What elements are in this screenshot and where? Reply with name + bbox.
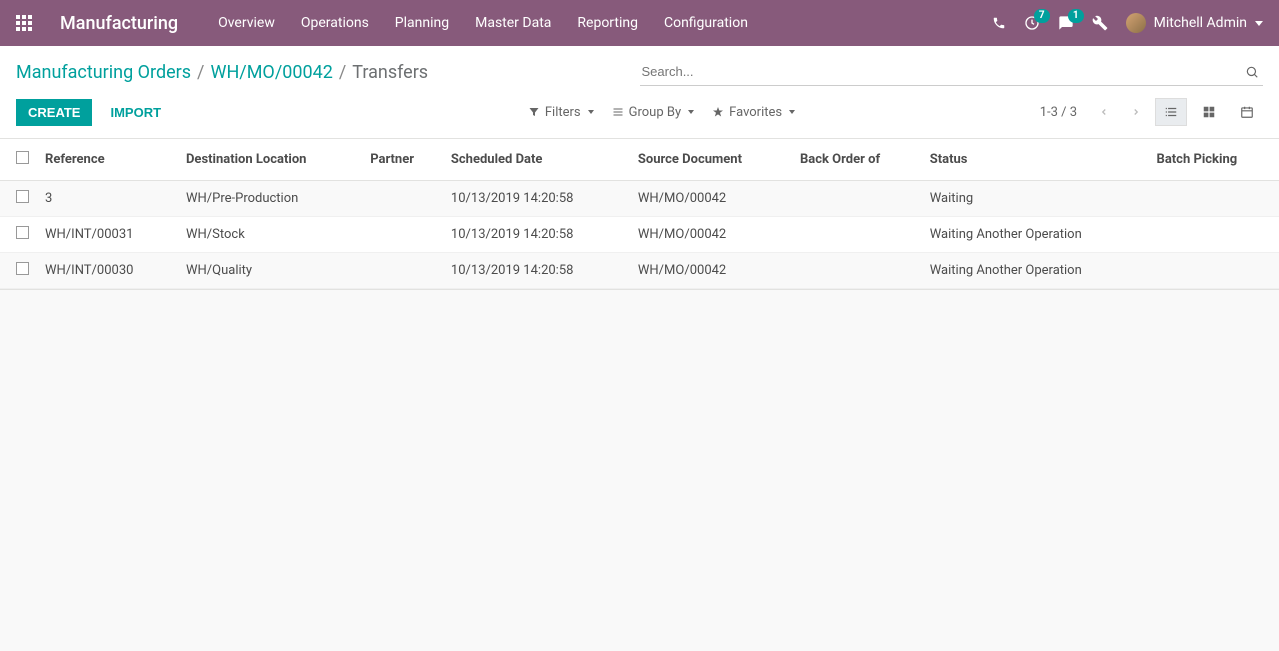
search-bar[interactable] xyxy=(640,58,1264,86)
cell-dest: WH/Quality xyxy=(178,253,362,289)
nav-menu: Overview Operations Planning Master Data… xyxy=(218,15,991,31)
list-view: Reference Destination Location Partner S… xyxy=(0,139,1279,290)
nav-configuration[interactable]: Configuration xyxy=(664,15,748,31)
nav-operations[interactable]: Operations xyxy=(301,15,369,31)
col-reference[interactable]: Reference xyxy=(37,139,178,181)
user-name: Mitchell Admin xyxy=(1154,15,1247,31)
table-row[interactable]: 3WH/Pre-Production 10/13/2019 14:20:58WH/… xyxy=(0,181,1279,217)
chevron-down-icon xyxy=(1255,21,1263,26)
row-checkbox[interactable] xyxy=(16,226,29,239)
col-scheduled[interactable]: Scheduled Date xyxy=(443,139,630,181)
create-button[interactable]: Create xyxy=(16,99,92,126)
nav-overview[interactable]: Overview xyxy=(218,15,275,31)
col-dest[interactable]: Destination Location xyxy=(178,139,362,181)
calendar-view-button[interactable] xyxy=(1231,98,1263,126)
cell-source: WH/MO/00042 xyxy=(630,181,792,217)
cell-source: WH/MO/00042 xyxy=(630,217,792,253)
cell-dest: WH/Pre-Production xyxy=(178,181,362,217)
cell-reference: 3 xyxy=(37,181,178,217)
cell-source: WH/MO/00042 xyxy=(630,253,792,289)
nav-right: 7 1 Mitchell Admin xyxy=(992,13,1263,33)
select-all-checkbox[interactable] xyxy=(16,151,29,164)
cell-batch xyxy=(1149,181,1279,217)
activities-badge: 7 xyxy=(1034,9,1050,23)
col-status[interactable]: Status xyxy=(922,139,1149,181)
cell-scheduled: 10/13/2019 14:20:58 xyxy=(443,181,630,217)
col-partner[interactable]: Partner xyxy=(362,139,443,181)
filters-button[interactable]: Filters xyxy=(528,105,594,120)
cell-status: Waiting xyxy=(922,181,1149,217)
breadcrumb: Manufacturing Orders / WH/MO/00042 / Tra… xyxy=(16,62,640,83)
col-back-order[interactable]: Back Order of xyxy=(792,139,922,181)
cell-partner xyxy=(362,253,443,289)
messages-badge: 1 xyxy=(1068,9,1084,23)
pager-next[interactable] xyxy=(1123,101,1149,123)
table-row[interactable]: WH/INT/00031WH/Stock10/13/2019 14:20:58W… xyxy=(0,217,1279,253)
apps-icon[interactable] xyxy=(16,15,32,31)
kanban-view-button[interactable] xyxy=(1193,98,1225,126)
col-batch[interactable]: Batch Picking xyxy=(1149,139,1279,181)
avatar xyxy=(1126,13,1146,33)
transfers-table: Reference Destination Location Partner S… xyxy=(0,139,1279,289)
messages-icon[interactable]: 1 xyxy=(1058,15,1074,31)
activities-icon[interactable]: 7 xyxy=(1024,15,1040,31)
cell-back-order xyxy=(792,253,922,289)
nav-reporting[interactable]: Reporting xyxy=(577,15,638,31)
cell-back-order xyxy=(792,217,922,253)
search-input[interactable] xyxy=(640,60,1242,83)
cell-reference: WH/INT/00030 xyxy=(37,253,178,289)
cell-status: Waiting Another Operation xyxy=(922,217,1149,253)
row-checkbox[interactable] xyxy=(16,190,29,203)
breadcrumb-root[interactable]: Manufacturing Orders xyxy=(16,62,191,83)
cell-scheduled: 10/13/2019 14:20:58 xyxy=(443,217,630,253)
search-icon[interactable] xyxy=(1241,65,1263,79)
import-button[interactable]: Import xyxy=(100,99,171,126)
cell-scheduled: 10/13/2019 14:20:58 xyxy=(443,253,630,289)
nav-planning[interactable]: Planning xyxy=(395,15,449,31)
control-panel: Manufacturing Orders / WH/MO/00042 / Tra… xyxy=(0,46,1279,139)
group-by-button[interactable]: Group By xyxy=(612,105,695,120)
app-title[interactable]: Manufacturing xyxy=(60,13,178,34)
cell-batch xyxy=(1149,253,1279,289)
breadcrumb-order[interactable]: WH/MO/00042 xyxy=(210,62,332,83)
breadcrumb-current: Transfers xyxy=(352,62,428,83)
top-nav: Manufacturing Overview Operations Planni… xyxy=(0,0,1279,46)
user-menu[interactable]: Mitchell Admin xyxy=(1126,13,1263,33)
cell-dest: WH/Stock xyxy=(178,217,362,253)
tools-icon[interactable] xyxy=(1092,15,1108,31)
list-view-button[interactable] xyxy=(1155,98,1187,126)
cell-partner xyxy=(362,217,443,253)
cell-partner xyxy=(362,181,443,217)
chevron-down-icon xyxy=(789,110,795,114)
cell-reference: WH/INT/00031 xyxy=(37,217,178,253)
nav-master-data[interactable]: Master Data xyxy=(475,15,551,31)
favorites-button[interactable]: Favorites xyxy=(712,105,795,120)
chevron-down-icon xyxy=(588,110,594,114)
col-source[interactable]: Source Document xyxy=(630,139,792,181)
pager-range[interactable]: 1-3 / 3 xyxy=(1040,105,1077,120)
pager-prev[interactable] xyxy=(1091,101,1117,123)
phone-icon[interactable] xyxy=(992,16,1006,30)
table-row[interactable]: WH/INT/00030WH/Quality 10/13/2019 14:20:5… xyxy=(0,253,1279,289)
chevron-down-icon xyxy=(688,110,694,114)
row-checkbox[interactable] xyxy=(16,262,29,275)
cell-back-order xyxy=(792,181,922,217)
cell-batch xyxy=(1149,217,1279,253)
cell-status: Waiting Another Operation xyxy=(922,253,1149,289)
